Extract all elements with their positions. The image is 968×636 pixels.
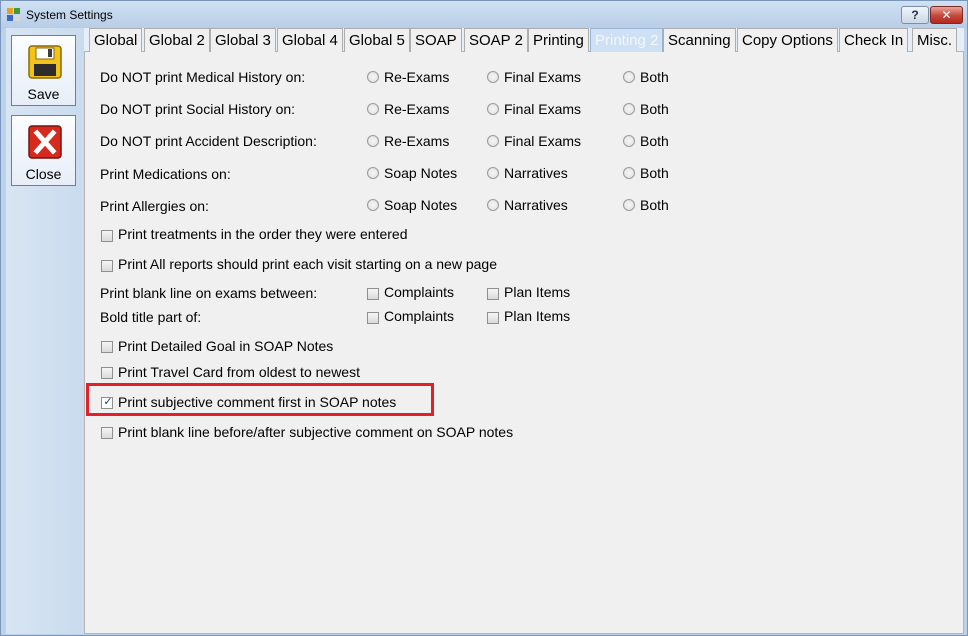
accident-reexams-radio[interactable] bbox=[367, 135, 379, 147]
medical-history-label: Do NOT print Medical History on: bbox=[100, 69, 306, 85]
travel-card-checkbox[interactable] bbox=[101, 367, 113, 379]
medications-soap-notes-radio[interactable] bbox=[367, 167, 379, 179]
bold-title-complaints-label[interactable]: Complaints bbox=[384, 308, 454, 324]
treatments-order-label[interactable]: Print treatments in the order they were … bbox=[118, 226, 407, 242]
allergies-soap-notes-radio[interactable] bbox=[367, 199, 379, 211]
tab-soap-2[interactable]: SOAP 2 bbox=[464, 28, 528, 52]
social-history-final-exams-label[interactable]: Final Exams bbox=[504, 101, 581, 117]
red-x-icon bbox=[28, 125, 62, 159]
title-bar[interactable]: System Settings ? ✕ bbox=[1, 1, 967, 29]
blank-line-subjective-checkbox[interactable] bbox=[101, 427, 113, 439]
accident-final-exams-radio[interactable] bbox=[487, 135, 499, 147]
medical-history-reexams-radio[interactable] bbox=[367, 71, 379, 83]
tab-copy-options[interactable]: Copy Options bbox=[737, 28, 838, 52]
tab-printing[interactable]: Printing bbox=[528, 28, 589, 52]
tab-global-5[interactable]: Global 5 bbox=[344, 28, 410, 52]
save-button[interactable]: Save bbox=[11, 35, 76, 106]
accident-reexams-label[interactable]: Re-Exams bbox=[384, 133, 449, 149]
medical-history-both-label[interactable]: Both bbox=[640, 69, 669, 85]
tab-global-3[interactable]: Global 3 bbox=[210, 28, 276, 52]
system-settings-window: System Settings ? ✕ Save Close Global Gl… bbox=[0, 0, 968, 636]
detailed-goal-checkbox[interactable] bbox=[101, 341, 113, 353]
save-label: Save bbox=[27, 86, 60, 102]
detailed-goal-label[interactable]: Print Detailed Goal in SOAP Notes bbox=[118, 338, 333, 354]
allergies-both-label[interactable]: Both bbox=[640, 197, 669, 213]
bold-title-plan-items-checkbox[interactable] bbox=[487, 312, 499, 324]
tab-scanning[interactable]: Scanning bbox=[663, 28, 736, 52]
help-button[interactable]: ? bbox=[901, 6, 929, 24]
social-history-both-radio[interactable] bbox=[623, 103, 635, 115]
social-history-label: Do NOT print Social History on: bbox=[100, 101, 296, 117]
close-label: Close bbox=[25, 166, 62, 182]
accident-both-radio[interactable] bbox=[623, 135, 635, 147]
medical-history-final-exams-label[interactable]: Final Exams bbox=[504, 69, 581, 85]
reports-new-page-label[interactable]: Print All reports should print each visi… bbox=[118, 256, 497, 272]
reports-new-page-checkbox[interactable] bbox=[101, 260, 113, 272]
accident-both-label[interactable]: Both bbox=[640, 133, 669, 149]
tab-global-4[interactable]: Global 4 bbox=[277, 28, 343, 52]
treatments-order-checkbox[interactable] bbox=[101, 230, 113, 242]
app-icon bbox=[7, 8, 21, 22]
accident-final-exams-label[interactable]: Final Exams bbox=[504, 133, 581, 149]
medical-history-both-radio[interactable] bbox=[623, 71, 635, 83]
allergies-narratives-label[interactable]: Narratives bbox=[504, 197, 568, 213]
blank-line-complaints-label[interactable]: Complaints bbox=[384, 284, 454, 300]
window-title: System Settings bbox=[26, 8, 113, 22]
subjective-first-checkbox[interactable]: ✓ bbox=[101, 396, 113, 409]
blank-line-complaints-checkbox[interactable] bbox=[367, 288, 379, 300]
tab-soap[interactable]: SOAP bbox=[410, 28, 462, 52]
blank-line-plan-items-label[interactable]: Plan Items bbox=[504, 284, 570, 300]
blank-line-subjective-label[interactable]: Print blank line before/after subjective… bbox=[118, 424, 513, 440]
social-history-reexams-radio[interactable] bbox=[367, 103, 379, 115]
bold-title-plan-items-label[interactable]: Plan Items bbox=[504, 308, 570, 324]
social-history-both-label[interactable]: Both bbox=[640, 101, 669, 117]
bold-title-label: Bold title part of: bbox=[100, 309, 202, 325]
floppy-disk-icon bbox=[28, 45, 62, 79]
medications-narratives-label[interactable]: Narratives bbox=[504, 165, 568, 181]
medical-history-final-exams-radio[interactable] bbox=[487, 71, 499, 83]
close-button[interactable]: Close bbox=[11, 115, 76, 186]
blank-line-exams-label: Print blank line on exams between: bbox=[100, 285, 318, 301]
tab-check-in[interactable]: Check In bbox=[839, 28, 909, 52]
medical-history-reexams-label[interactable]: Re-Exams bbox=[384, 69, 449, 85]
tab-misc[interactable]: Misc. bbox=[912, 28, 957, 52]
window-close-button[interactable]: ✕ bbox=[930, 6, 963, 24]
blank-line-plan-items-checkbox[interactable] bbox=[487, 288, 499, 300]
social-history-reexams-label[interactable]: Re-Exams bbox=[384, 101, 449, 117]
toolbar: Save Close bbox=[6, 28, 84, 634]
travel-card-label[interactable]: Print Travel Card from oldest to newest bbox=[118, 364, 360, 380]
checkmark-icon: ✓ bbox=[103, 396, 113, 408]
allergies-label: Print Allergies on: bbox=[100, 198, 209, 214]
allergies-soap-notes-label[interactable]: Soap Notes bbox=[384, 197, 457, 213]
tab-global[interactable]: Global bbox=[89, 28, 143, 52]
bold-title-complaints-checkbox[interactable] bbox=[367, 312, 379, 324]
allergies-narratives-radio[interactable] bbox=[487, 199, 499, 211]
tab-global-2[interactable]: Global 2 bbox=[144, 28, 210, 52]
medications-label: Print Medications on: bbox=[100, 166, 231, 182]
tab-printing-2[interactable]: Printing 2 bbox=[590, 28, 664, 52]
allergies-both-radio[interactable] bbox=[623, 199, 635, 211]
subjective-first-label[interactable]: Print subjective comment first in SOAP n… bbox=[118, 394, 396, 410]
content-area: Save Close Global Global 2 Global 3 Glob… bbox=[6, 28, 964, 634]
accident-description-label: Do NOT print Accident Description: bbox=[100, 133, 317, 149]
medications-soap-notes-label[interactable]: Soap Notes bbox=[384, 165, 457, 181]
medications-both-radio[interactable] bbox=[623, 167, 635, 179]
social-history-final-exams-radio[interactable] bbox=[487, 103, 499, 115]
medications-both-label[interactable]: Both bbox=[640, 165, 669, 181]
medications-narratives-radio[interactable] bbox=[487, 167, 499, 179]
